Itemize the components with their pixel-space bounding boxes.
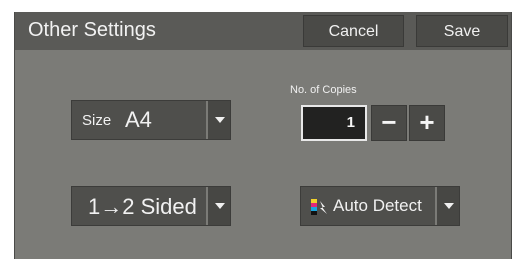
color-mode-value: Auto Detect [333, 196, 422, 215]
decrement-copies-button[interactable]: − [371, 105, 407, 141]
dialog-title: Other Settings [28, 19, 156, 41]
color-mode-select[interactable]: Auto Detect [300, 186, 460, 226]
size-value: A4 [125, 107, 152, 132]
duplex-value: 1→2 Sided [88, 194, 197, 219]
duplex-select[interactable]: 1→2 Sided [71, 186, 231, 226]
chevron-down-icon[interactable] [206, 187, 230, 225]
save-button[interactable]: Save [416, 15, 508, 47]
chevron-down-icon[interactable] [206, 101, 230, 139]
color-mode-icon [311, 199, 327, 215]
size-label: Size [82, 112, 112, 129]
cancel-button[interactable]: Cancel [303, 15, 404, 47]
size-select[interactable]: Size A4 [71, 100, 231, 140]
copies-input[interactable]: 1 [301, 105, 367, 141]
increment-copies-button[interactable]: + [409, 105, 445, 141]
other-settings-dialog: Other Settings Cancel Save Size A4 No. o… [14, 12, 512, 259]
dialog-header: Other Settings Cancel Save [15, 12, 511, 50]
chevron-down-icon[interactable] [435, 187, 459, 225]
copies-label: No. of Copies [290, 84, 357, 96]
